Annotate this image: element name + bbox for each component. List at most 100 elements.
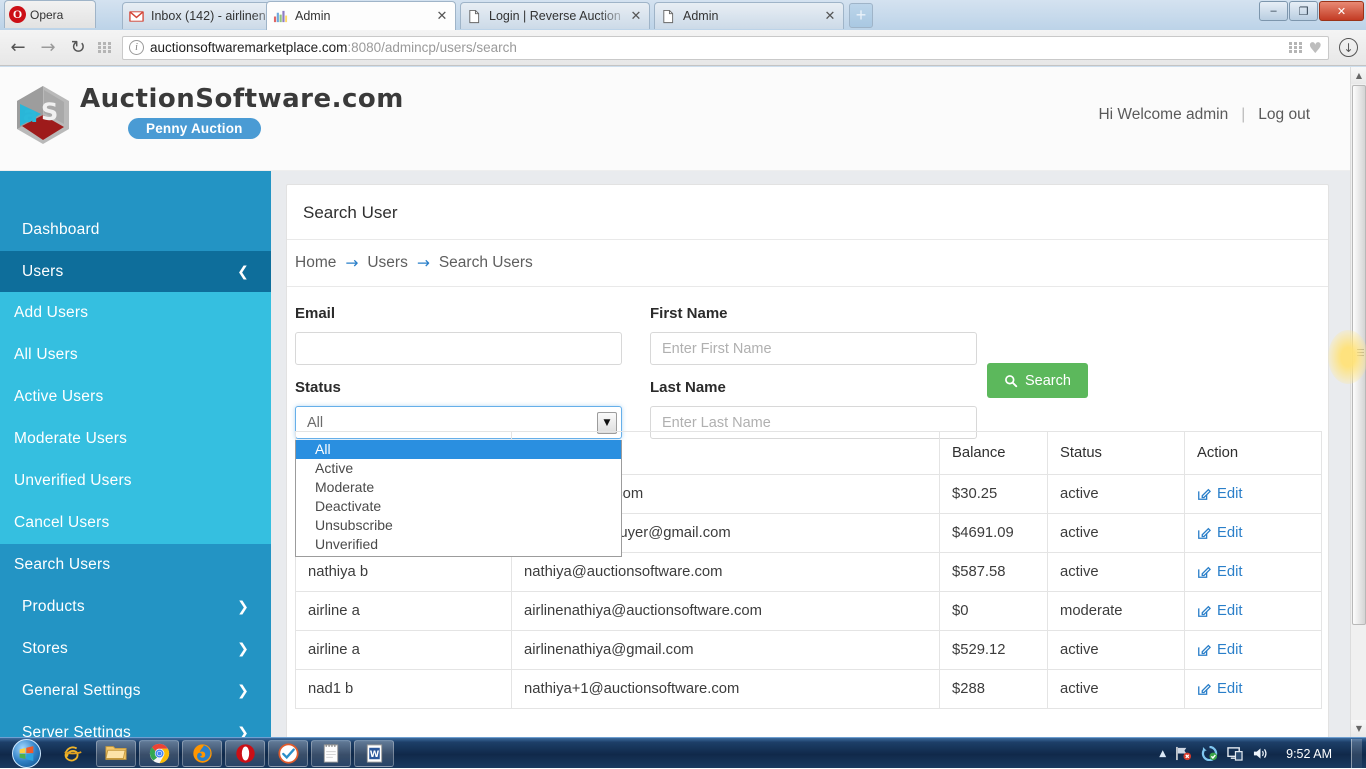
edit-link[interactable]: Edit [1197,603,1309,619]
edit-link[interactable]: Edit [1197,642,1309,658]
status-option-unverified[interactable]: Unverified [296,535,621,554]
download-icon[interactable]: ↓ [1339,38,1358,57]
site-logo[interactable]: a S AuctionSoftware.com Penny Auction [14,84,404,146]
sidebar-item-cancel-users[interactable]: Cancel Users [0,502,271,544]
email-field-group: Email [295,305,622,365]
first-name-input[interactable] [650,332,977,365]
back-icon[interactable]: ← [8,37,28,58]
cell-action: Edit [1184,552,1322,592]
sidebar-item-stores[interactable]: Stores ❯ [0,628,271,670]
cell-name: airline a [295,591,512,631]
edit-link[interactable]: Edit [1197,681,1309,697]
table-row[interactable]: nathiya b nathiya@auctionsoftware.com $5… [295,552,1322,592]
close-tab-icon[interactable]: ✕ [823,9,837,24]
logout-link[interactable]: Log out [1258,106,1310,124]
status-option-moderate[interactable]: Moderate [296,478,621,497]
scroll-down-icon[interactable]: ▼ [1351,720,1366,737]
sidebar-item-all-users[interactable]: All Users [0,334,271,376]
browser-tab-3[interactable]: Admin ✕ [654,2,844,29]
show-desktop-button[interactable] [1351,739,1362,768]
sidebar-item-users[interactable]: Users ❮ [0,251,271,292]
table-row[interactable]: nad1 b nathiya+1@auctionsoftware.com $28… [295,669,1322,709]
close-tab-icon[interactable]: ✕ [435,9,449,24]
taskbar-clock[interactable]: 9:52 AM [1286,747,1332,761]
reload-icon[interactable]: ↻ [68,37,88,58]
sidebar-item-server-settings[interactable]: Server Settings ❯ [0,712,271,737]
word-icon: W [366,743,382,763]
start-button[interactable] [2,738,50,768]
page-icon [661,9,676,24]
taskbar-item-checkmark-app[interactable] [268,739,308,767]
col-status[interactable]: Status [1047,431,1185,475]
gmail-icon [129,9,144,24]
taskbar-item-chrome[interactable] [139,739,179,767]
sidebar-item-active-users[interactable]: Active Users [0,376,271,418]
taskbar-item-notepad[interactable] [311,739,351,767]
sidebar-item-general-settings[interactable]: General Settings ❯ [0,670,271,712]
network-error-icon[interactable] [1175,746,1192,761]
cell-status: moderate [1047,591,1185,631]
cell-name: airline a [295,630,512,670]
maximize-button[interactable]: ❐ [1289,1,1318,21]
cell-email: nathiya+1@auctionsoftware.com [511,669,940,709]
browser-tab-title: Inbox (142) - airlinenathiya [151,9,281,23]
window-controls: – ❐ ✕ [1259,1,1364,21]
table-row[interactable]: airline a airlinenathiya@auctionsoftware… [295,591,1322,631]
status-field-group: Status All ▼ All Active Moderate Deactiv… [295,379,622,557]
status-option-unsubscribe[interactable]: Unsubscribe [296,516,621,535]
close-tab-icon[interactable]: ✕ [629,9,643,24]
heart-icon[interactable]: ♥ [1309,39,1322,57]
taskbar-item-word[interactable]: W [354,739,394,767]
volume-icon[interactable] [1252,746,1269,761]
chevron-right-icon: ❯ [237,725,249,737]
search-button[interactable]: Search [987,363,1088,398]
forward-icon[interactable]: → [38,37,58,58]
breadcrumb-item-home[interactable]: Home [295,254,336,272]
page-scrollbar[interactable]: ▲ ▼ [1350,67,1366,737]
breadcrumb-item-users[interactable]: Users [367,254,407,272]
sidebar-item-dashboard[interactable]: Dashboard [0,209,271,251]
edit-link[interactable]: Edit [1197,564,1309,580]
email-input[interactable] [295,332,622,365]
taskbar-item-opera[interactable] [225,739,265,767]
edit-pencil-icon [1198,683,1211,695]
col-balance[interactable]: Balance [939,431,1048,475]
taskbar-item-file-explorer[interactable] [96,739,136,767]
status-option-active[interactable]: Active [296,459,621,478]
address-bar[interactable]: i auctionsoftwaremarketplace.com:8080/ad… [122,35,1329,60]
status-option-list[interactable]: All Active Moderate Deactivate Unsubscri… [295,440,622,557]
browser-tab-2[interactable]: Login | Reverse Auction ✕ [460,2,650,29]
checkmark-app-icon [277,742,299,764]
sync-icon[interactable] [1201,746,1218,761]
sidebar-item-add-users[interactable]: Add Users [0,292,271,334]
site-info-icon[interactable]: i [129,40,144,55]
status-option-deactivate[interactable]: Deactivate [296,497,621,516]
status-option-all[interactable]: All [296,440,621,459]
sidebar-item-unverified-users[interactable]: Unverified Users [0,460,271,502]
taskbar-item-internet-explorer[interactable] [53,740,93,767]
sidebar-item-moderate-users[interactable]: Moderate Users [0,418,271,460]
close-window-button[interactable]: ✕ [1319,1,1364,21]
minimize-button[interactable]: – [1259,1,1288,21]
edit-link[interactable]: Edit [1197,486,1309,502]
brand-primary: AuctionSoftware [80,84,332,114]
show-hidden-icons-icon[interactable]: ▲ [1159,749,1166,759]
browser-window: O Opera Inbox (142) - airlinenathiya ✕ A… [0,0,1366,737]
browser-tab-1[interactable]: Admin ✕ [266,1,456,30]
opera-menu-button[interactable]: O Opera [4,0,96,28]
scroll-up-icon[interactable]: ▲ [1351,67,1366,84]
cell-status: active [1047,474,1185,514]
table-row[interactable]: airline a airlinenathiya@gmail.com $529.… [295,630,1322,670]
sidebar-item-search-users[interactable]: Search Users [0,544,271,586]
speed-dial-add-icon[interactable] [1288,42,1303,53]
col-action[interactable]: Action [1184,431,1322,475]
monitor-icon[interactable] [1227,746,1243,761]
internet-explorer-icon [64,746,82,762]
speed-dial-icon[interactable] [98,42,112,53]
new-tab-button[interactable]: + [849,3,873,28]
sidebar-item-products[interactable]: Products ❯ [0,586,271,628]
auctionsoftware-hex-logo-icon: a S [17,86,69,144]
edit-link[interactable]: Edit [1197,525,1309,541]
taskbar-item-firefox[interactable] [182,739,222,767]
